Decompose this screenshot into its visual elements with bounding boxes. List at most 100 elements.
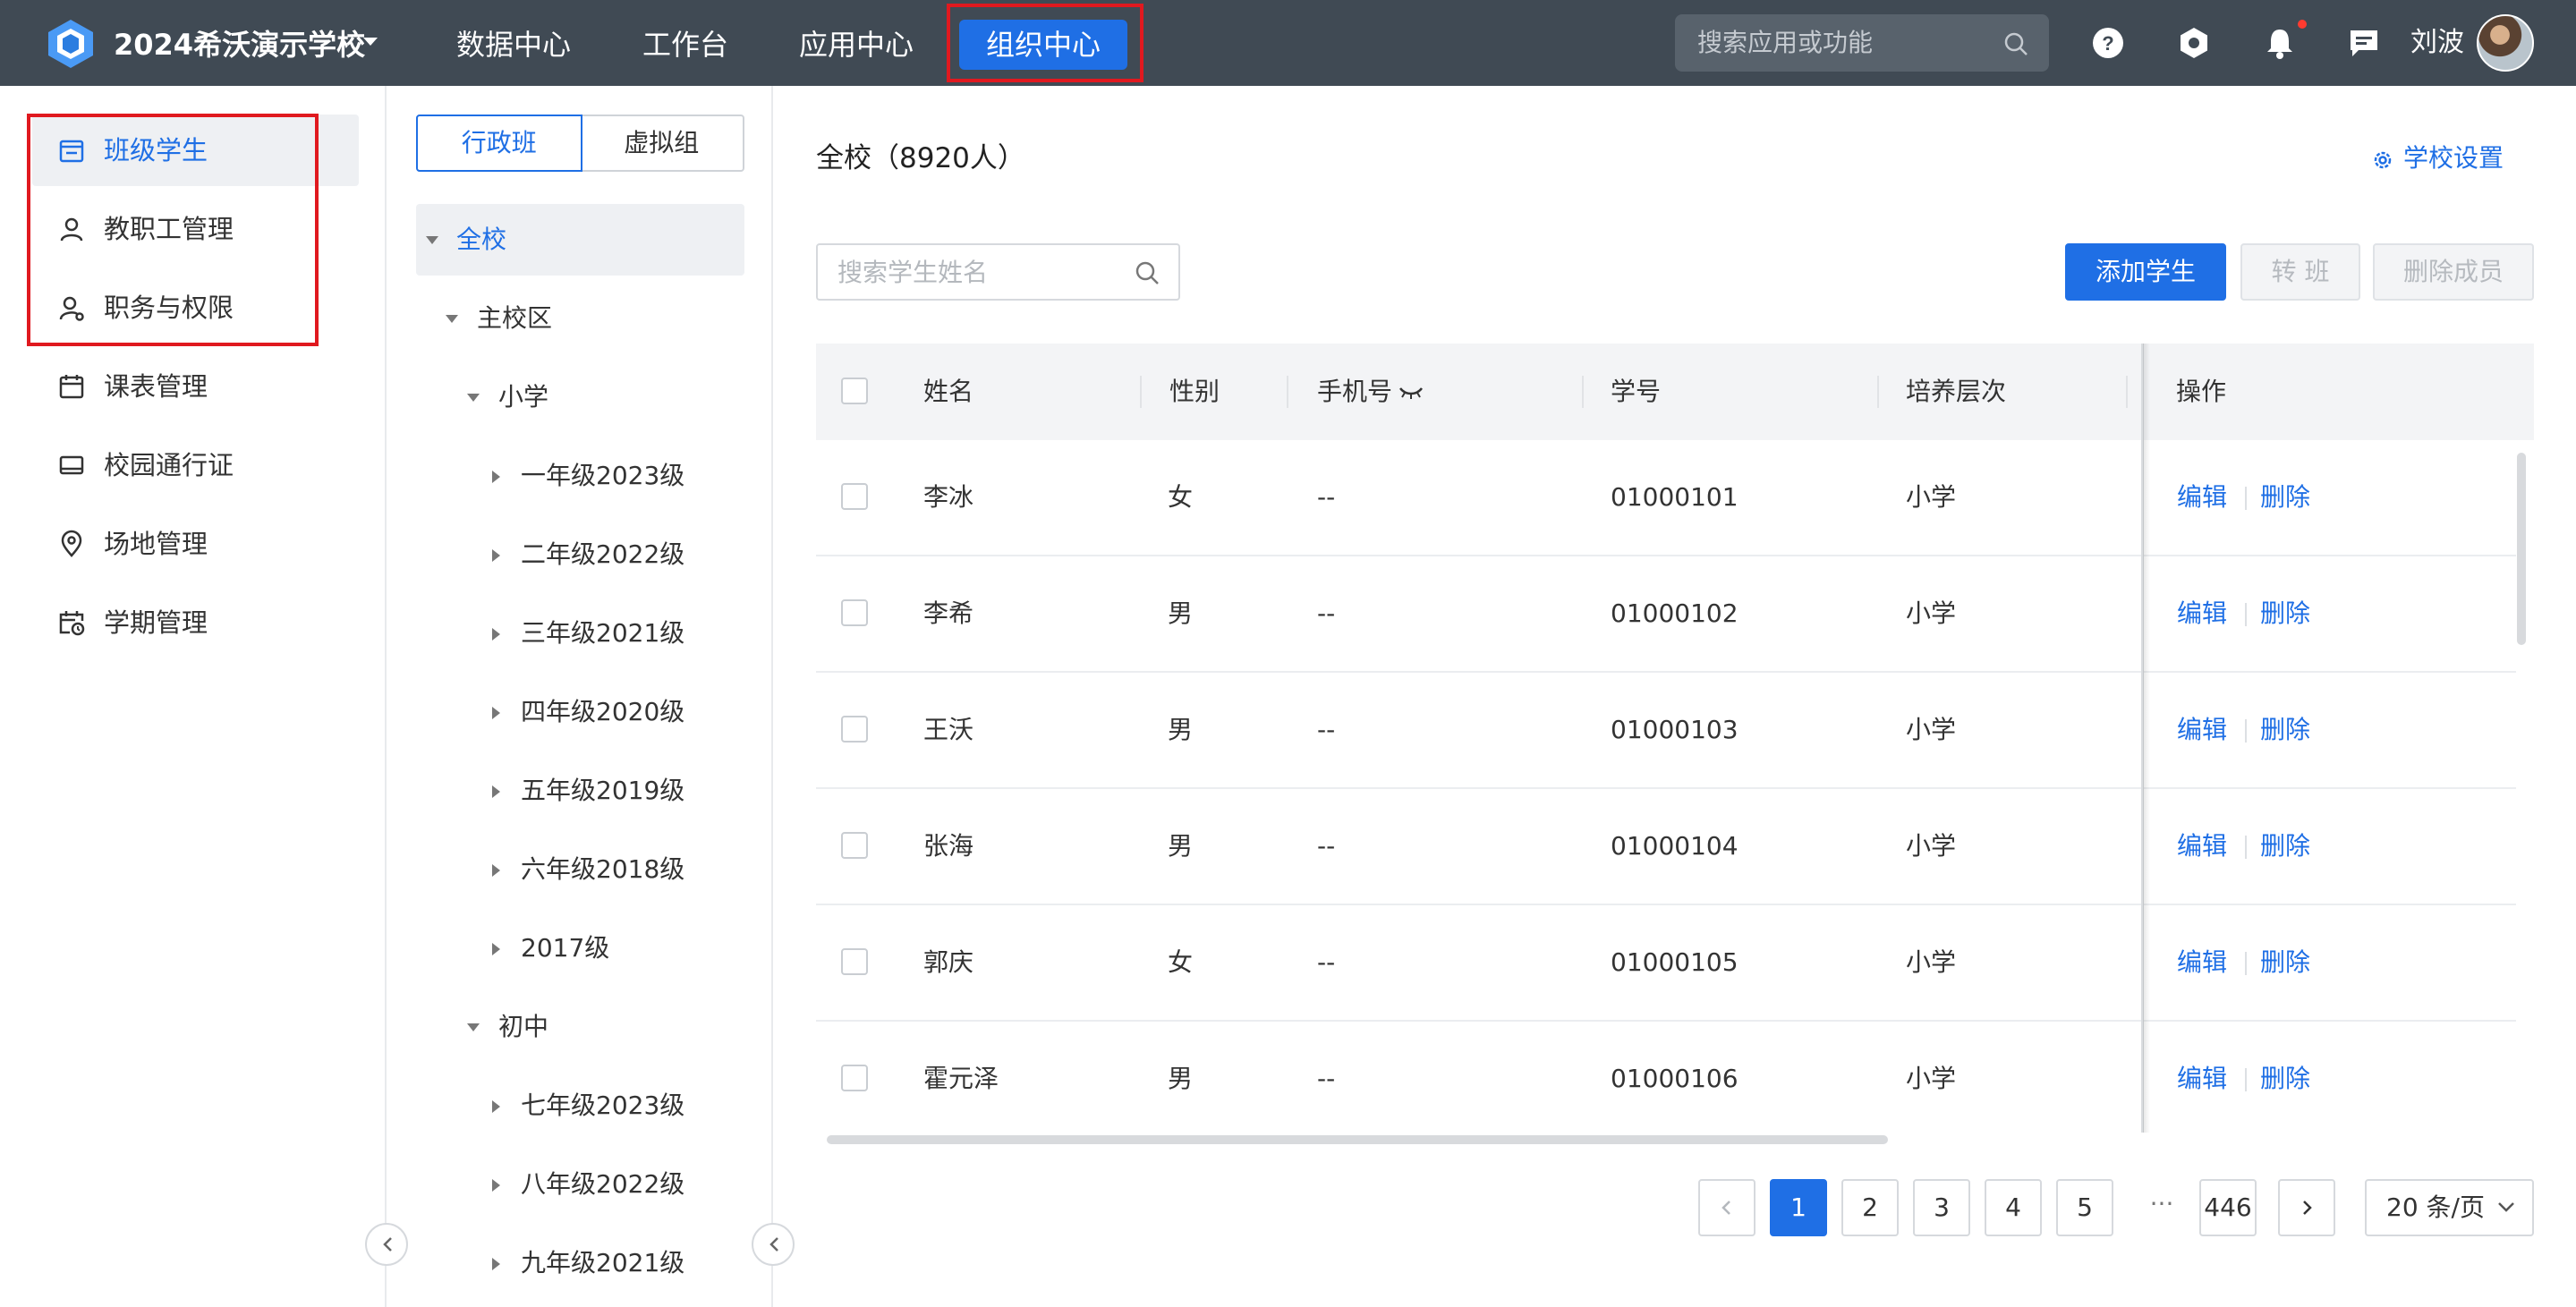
horizontal-scrollbar[interactable] bbox=[827, 1135, 1888, 1144]
nav-data-center[interactable]: 数据中心 bbox=[456, 20, 571, 70]
global-search-placeholder: 搜索应用或功能 bbox=[1697, 28, 1874, 57]
action-divider bbox=[2245, 1068, 2247, 1091]
tree-collapse-button[interactable] bbox=[752, 1223, 795, 1266]
tree-tab-switch: 行政班 虚拟组 bbox=[416, 115, 744, 172]
cell-phone: -- bbox=[1317, 1064, 1336, 1093]
row-checkbox[interactable] bbox=[841, 832, 868, 859]
school-switch-caret-icon[interactable] bbox=[363, 38, 378, 46]
sidebar-item-label: 校园通行证 bbox=[104, 450, 234, 480]
tree-node-grade[interactable]: 五年级2019级 bbox=[521, 771, 684, 811]
edit-link[interactable]: 编辑 bbox=[2177, 828, 2227, 864]
global-search-input[interactable]: 搜索应用或功能 bbox=[1675, 14, 2049, 72]
tree-node-grade[interactable]: 八年级2022级 bbox=[521, 1165, 684, 1204]
location-icon bbox=[61, 530, 82, 557]
edit-link[interactable]: 编辑 bbox=[2177, 712, 2227, 748]
avatar[interactable] bbox=[2477, 14, 2534, 72]
tab-virtual-group[interactable]: 虚拟组 bbox=[581, 116, 744, 170]
vertical-scrollbar[interactable] bbox=[2517, 453, 2526, 645]
tree-node-grade[interactable]: 2017级 bbox=[521, 929, 609, 968]
user-name[interactable]: 刘波 bbox=[2410, 25, 2464, 61]
message-icon[interactable] bbox=[2346, 25, 2382, 61]
column-header-level: 培养层次 bbox=[1906, 377, 2007, 406]
next-page-button[interactable] bbox=[2278, 1179, 2335, 1236]
tree-node-grade[interactable]: 七年级2023级 bbox=[521, 1086, 684, 1125]
caret-down-icon[interactable] bbox=[467, 394, 480, 402]
row-checkbox[interactable] bbox=[841, 599, 868, 626]
settings-hexagon-icon[interactable] bbox=[2176, 25, 2212, 61]
school-settings-link[interactable]: 学校设置 bbox=[2371, 141, 2504, 175]
edit-link[interactable]: 编辑 bbox=[2177, 1061, 2227, 1097]
caret-right-icon[interactable] bbox=[492, 1179, 500, 1192]
caret-down-icon[interactable] bbox=[446, 315, 458, 323]
student-search-input[interactable]: 搜索学生姓名 bbox=[816, 243, 1180, 301]
cell-name: 张海 bbox=[923, 831, 974, 861]
sidebar-item-semester[interactable]: 学期管理 bbox=[32, 587, 359, 658]
delete-link[interactable]: 删除 bbox=[2260, 480, 2310, 515]
tree-node-main-campus[interactable]: 主校区 bbox=[477, 299, 552, 338]
row-checkbox[interactable] bbox=[841, 948, 868, 975]
cell-level: 小学 bbox=[1906, 947, 1957, 977]
tree-node-grade[interactable]: 三年级2021级 bbox=[521, 614, 684, 653]
caret-right-icon[interactable] bbox=[492, 943, 500, 955]
delete-link[interactable]: 删除 bbox=[2260, 596, 2310, 632]
sidebar-item-label: 课表管理 bbox=[104, 371, 208, 402]
pagination-ellipsis[interactable]: ··· bbox=[2133, 1179, 2190, 1236]
delete-link[interactable]: 删除 bbox=[2260, 712, 2310, 748]
page-2-button[interactable]: 2 bbox=[1841, 1179, 1899, 1236]
caret-right-icon[interactable] bbox=[492, 785, 500, 798]
tree-node-grade[interactable]: 一年级2023级 bbox=[521, 456, 684, 496]
eye-closed-icon[interactable] bbox=[1398, 383, 1424, 403]
tab-admin-class[interactable]: 行政班 bbox=[416, 115, 582, 172]
row-checkbox[interactable] bbox=[841, 483, 868, 510]
bell-icon[interactable] bbox=[2262, 25, 2298, 61]
tree-node-junior-high[interactable]: 初中 bbox=[498, 1007, 548, 1047]
row-checkbox[interactable] bbox=[841, 1065, 868, 1091]
page-5-button[interactable]: 5 bbox=[2056, 1179, 2113, 1236]
edit-link[interactable]: 编辑 bbox=[2177, 480, 2227, 515]
caret-right-icon[interactable] bbox=[492, 1258, 500, 1270]
sidebar-item-campus-pass[interactable]: 校园通行证 bbox=[32, 429, 359, 501]
action-divider bbox=[2245, 952, 2247, 975]
school-name[interactable]: 2024希沃演示学校 bbox=[114, 25, 365, 64]
page-size-select[interactable]: 20 条/页 bbox=[2365, 1179, 2534, 1236]
tree-node-grade[interactable]: 九年级2021级 bbox=[521, 1243, 684, 1283]
caret-right-icon[interactable] bbox=[492, 707, 500, 719]
caret-right-icon[interactable] bbox=[492, 471, 500, 483]
nav-workbench[interactable]: 工作台 bbox=[642, 20, 728, 70]
prev-page-button[interactable] bbox=[1698, 1179, 1756, 1236]
delete-link[interactable]: 删除 bbox=[2260, 1061, 2310, 1097]
sidebar-item-timetable[interactable]: 课表管理 bbox=[32, 351, 359, 422]
delete-members-button[interactable]: 删除成员 bbox=[2373, 243, 2534, 301]
caret-right-icon[interactable] bbox=[492, 549, 500, 562]
nav-app-center[interactable]: 应用中心 bbox=[799, 20, 914, 70]
tree-node-primary[interactable]: 小学 bbox=[498, 378, 548, 417]
transfer-class-button[interactable]: 转 班 bbox=[2240, 243, 2360, 301]
caret-right-icon[interactable] bbox=[492, 864, 500, 877]
page-1-button[interactable]: 1 bbox=[1770, 1179, 1827, 1236]
edit-link[interactable]: 编辑 bbox=[2177, 945, 2227, 980]
page-4-button[interactable]: 4 bbox=[1985, 1179, 2042, 1236]
delete-link[interactable]: 删除 bbox=[2260, 945, 2310, 980]
tree-node-grade[interactable]: 二年级2022级 bbox=[521, 535, 684, 574]
tree-node-grade[interactable]: 六年级2018级 bbox=[521, 850, 684, 889]
help-icon[interactable]: ? bbox=[2090, 25, 2126, 61]
caret-right-icon[interactable] bbox=[492, 1100, 500, 1113]
caret-right-icon[interactable] bbox=[492, 628, 500, 641]
delete-link[interactable]: 删除 bbox=[2260, 828, 2310, 864]
edit-link[interactable]: 编辑 bbox=[2177, 596, 2227, 632]
cell-gender: 男 bbox=[1168, 715, 1194, 744]
tree-node-grade[interactable]: 四年级2020级 bbox=[521, 692, 684, 732]
tree-node-whole-school[interactable]: 全校 bbox=[456, 220, 506, 259]
school-logo-icon bbox=[48, 20, 93, 68]
select-all-checkbox[interactable] bbox=[841, 378, 868, 404]
last-page-button[interactable]: 446 bbox=[2199, 1179, 2257, 1236]
column-header-gender: 性别 bbox=[1169, 377, 1220, 406]
add-student-button[interactable]: 添加学生 bbox=[2065, 243, 2226, 301]
caret-down-icon[interactable] bbox=[467, 1023, 480, 1031]
caret-down-icon[interactable] bbox=[426, 236, 438, 244]
page-3-button[interactable]: 3 bbox=[1913, 1179, 1970, 1236]
sidebar-item-venue[interactable]: 场地管理 bbox=[32, 508, 359, 580]
row-checkbox[interactable] bbox=[841, 716, 868, 743]
cell-phone: -- bbox=[1317, 947, 1336, 977]
calendar-clock-icon bbox=[59, 611, 85, 636]
